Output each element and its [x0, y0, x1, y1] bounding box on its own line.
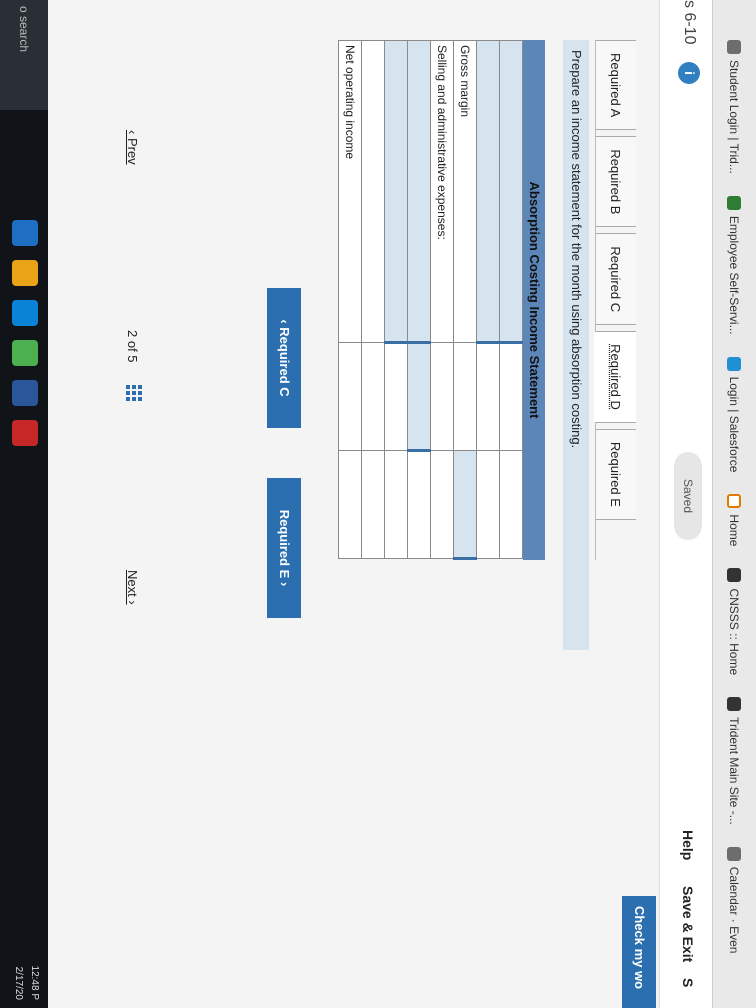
save-exit-button[interactable]: Save & Exit	[680, 886, 696, 962]
next-question-link[interactable]: Next ›	[125, 570, 140, 605]
gear-icon	[727, 40, 742, 54]
grid-icon[interactable]	[126, 385, 142, 401]
clock-time: 12:48 P	[29, 965, 40, 1000]
bookmark-label: Calendar · Even	[727, 866, 742, 954]
account-dropdown[interactable]	[407, 40, 431, 343]
bookmark-label: Student Login | Trid...	[727, 60, 742, 174]
prev-requirement-label: Required C	[277, 327, 292, 397]
amount-cell	[338, 342, 362, 451]
table-row	[499, 40, 523, 559]
amount-input[interactable]	[453, 450, 477, 559]
amount-input[interactable]	[476, 450, 500, 559]
chevron-right-icon: ›	[277, 578, 292, 587]
statement-table: Gross margin Selling and administrative …	[338, 40, 523, 560]
bookmark-label: Login | Salesforce	[727, 376, 742, 473]
tab-required-d[interactable]: Required D	[594, 331, 636, 423]
amount-input[interactable]	[361, 450, 385, 559]
amount-cell	[430, 342, 454, 451]
bookmark-label: Employee Self-Servi...	[727, 215, 742, 335]
tab-required-a[interactable]: Required A	[596, 40, 636, 131]
bookmark-label: Trident Main Site -...	[727, 717, 742, 825]
document-icon	[727, 195, 742, 210]
amount-input[interactable]	[499, 450, 523, 559]
edge-icon[interactable]	[12, 220, 38, 246]
amount-cell	[430, 450, 454, 559]
skype-icon[interactable]	[12, 300, 38, 326]
tab-required-b[interactable]: Required B	[596, 136, 636, 228]
account-dropdown[interactable]	[384, 40, 408, 343]
taskbar: o search 12:48 P 2/17/20	[0, 0, 48, 1008]
bookmark-trident[interactable]: Trident Main Site -...	[727, 697, 742, 825]
requirement-tabs: Required A Required B Required C Require…	[594, 40, 636, 560]
check-my-work-button[interactable]: Check my wo	[622, 896, 656, 1008]
file-explorer-icon[interactable]	[12, 260, 38, 286]
row-label: Selling and administrative expenses:	[430, 40, 454, 343]
amount-input[interactable]	[384, 450, 408, 559]
row-label: Net operating income	[338, 40, 362, 343]
statement-title: Absorption Costing Income Statement	[523, 40, 545, 560]
instruction-text: Prepare an income statement for the mont…	[563, 40, 589, 650]
bookmarks-bar: Student Login | Trid... Employee Self-Se…	[712, 0, 756, 1008]
home-icon	[727, 494, 742, 509]
chapter-label: s 6-10	[681, 0, 698, 45]
amount-input[interactable]	[476, 342, 500, 451]
cloud-icon	[727, 356, 742, 371]
taskbar-apps	[12, 220, 38, 446]
question-content: Required A Required B Required C Require…	[338, 40, 636, 650]
gear-icon	[727, 846, 742, 861]
amount-input[interactable]	[361, 342, 385, 451]
bookmark-label: CNSSS :: Home	[727, 588, 742, 676]
chrome-icon[interactable]	[12, 340, 38, 366]
taskbar-search[interactable]: o search	[0, 0, 48, 110]
next-label: Next	[125, 570, 140, 597]
table-row: Selling and administrative expenses:	[430, 40, 454, 559]
bookmark-label: Home	[727, 514, 742, 547]
amount-input[interactable]	[407, 342, 431, 451]
bookmark-employee-self-service[interactable]: Employee Self-Servi...	[727, 195, 742, 335]
word-icon[interactable]	[12, 380, 38, 406]
amount-input[interactable]	[453, 342, 477, 451]
rotated-screen: Student Login | Trid... Employee Self-Se…	[0, 0, 756, 1008]
amount-input[interactable]	[338, 450, 362, 559]
tab-required-e[interactable]: Required E	[596, 428, 636, 520]
amount-input[interactable]	[407, 450, 431, 559]
table-row	[361, 40, 385, 559]
account-dropdown[interactable]	[476, 40, 500, 343]
amount-input[interactable]	[499, 342, 523, 451]
bookmark-student-login[interactable]: Student Login | Trid...	[727, 40, 742, 174]
next-requirement-button[interactable]: Required E ›	[267, 478, 301, 618]
next-requirement-label: Required E	[277, 509, 292, 579]
table-row	[384, 40, 408, 559]
amount-input[interactable]	[384, 342, 408, 451]
income-statement-worksheet: Absorption Costing Income Statement Gros…	[338, 40, 545, 560]
acrobat-icon[interactable]	[12, 420, 38, 446]
tab-required-c[interactable]: Required C	[596, 233, 636, 326]
table-row: Gross margin	[453, 40, 477, 559]
globe-icon	[727, 697, 742, 712]
clock-date: 2/17/20	[13, 966, 24, 1000]
page-count: 2 of 5	[125, 330, 140, 363]
globe-icon	[727, 568, 742, 583]
row-label	[361, 40, 385, 343]
system-clock: 12:48 P 2/17/20	[10, 940, 42, 1000]
info-icon[interactable]: i	[678, 62, 700, 84]
account-dropdown[interactable]	[499, 40, 523, 343]
question-pager: ‹ Prev 2 of 5 Next ›	[116, 130, 146, 650]
saved-status: Saved	[674, 452, 702, 540]
prev-label: Prev	[125, 137, 140, 165]
prev-question-link[interactable]: ‹ Prev	[125, 130, 140, 165]
row-label: Gross margin	[453, 40, 477, 343]
bookmark-calendar[interactable]: Calendar · Even	[727, 846, 742, 954]
table-row	[407, 40, 431, 559]
table-row: Net operating income	[338, 40, 362, 559]
submit-button[interactable]: S	[680, 978, 696, 987]
help-link[interactable]: Help	[680, 830, 696, 860]
bookmark-cnsss[interactable]: CNSSS :: Home	[727, 568, 742, 676]
bookmark-salesforce[interactable]: Login | Salesforce	[727, 356, 742, 473]
table-row	[476, 40, 500, 559]
assignment-header: s 6-10 i Saved Help Save & Exit S	[659, 0, 712, 1008]
bookmark-home[interactable]: Home	[727, 494, 742, 547]
requirement-navigation: ‹ Required C Required E ›	[267, 288, 301, 648]
prev-requirement-button[interactable]: ‹ Required C	[267, 288, 301, 428]
